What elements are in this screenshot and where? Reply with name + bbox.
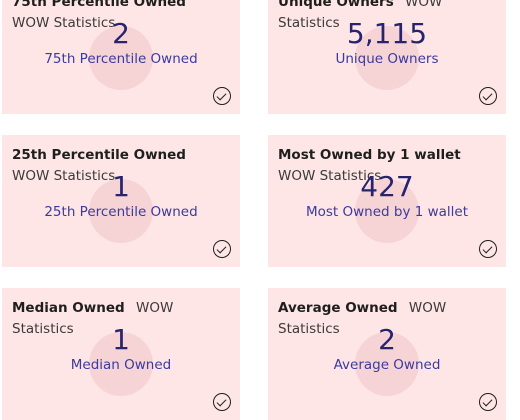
check-circle-icon[interactable]	[479, 87, 497, 105]
card-title: Unique Owners	[278, 0, 394, 10]
card-average-owned[interactable]: Average Owned WOW Statistics 2 Average O…	[268, 288, 506, 420]
card-median-owned[interactable]: Median Owned WOW Statistics 1 Median Own…	[2, 288, 240, 420]
card-label: 75th Percentile Owned	[44, 51, 198, 67]
card-label: 25th Percentile Owned	[44, 204, 198, 220]
card-value: 2	[378, 323, 396, 356]
card-25th-percentile[interactable]: 25th Percentile Owned WOW Statistics 1 2…	[2, 135, 240, 267]
card-title: 75th Percentile Owned	[12, 0, 186, 10]
card-unique-owners[interactable]: Unique Owners WOW Statistics 5,115 Uniqu…	[268, 0, 506, 114]
card-value: 1	[112, 170, 130, 203]
card-75th-percentile[interactable]: 75th Percentile Owned WOW Statistics 2 7…	[2, 0, 240, 114]
check-circle-icon[interactable]	[479, 393, 497, 411]
card-label: Most Owned by 1 wallet	[305, 204, 469, 220]
card-title: Median Owned	[12, 300, 125, 316]
check-circle-icon[interactable]	[479, 240, 497, 258]
card-value: 427	[360, 170, 414, 203]
check-circle-icon[interactable]	[213, 393, 231, 411]
card-value: 1	[112, 323, 130, 356]
check-circle-icon[interactable]	[213, 87, 231, 105]
card-title: 25th Percentile Owned	[12, 147, 186, 163]
card-label: Average Owned	[333, 357, 441, 373]
card-most-owned-by-1-wallet[interactable]: Most Owned by 1 wallet WOW Statistics 42…	[268, 135, 506, 267]
card-value: 5,115	[346, 17, 428, 50]
card-title: Average Owned	[278, 300, 398, 316]
card-label: Unique Owners	[335, 51, 439, 67]
card-label: Median Owned	[70, 357, 172, 373]
card-value: 2	[112, 17, 130, 50]
card-title: Most Owned by 1 wallet	[278, 147, 461, 163]
check-circle-icon[interactable]	[213, 240, 231, 258]
